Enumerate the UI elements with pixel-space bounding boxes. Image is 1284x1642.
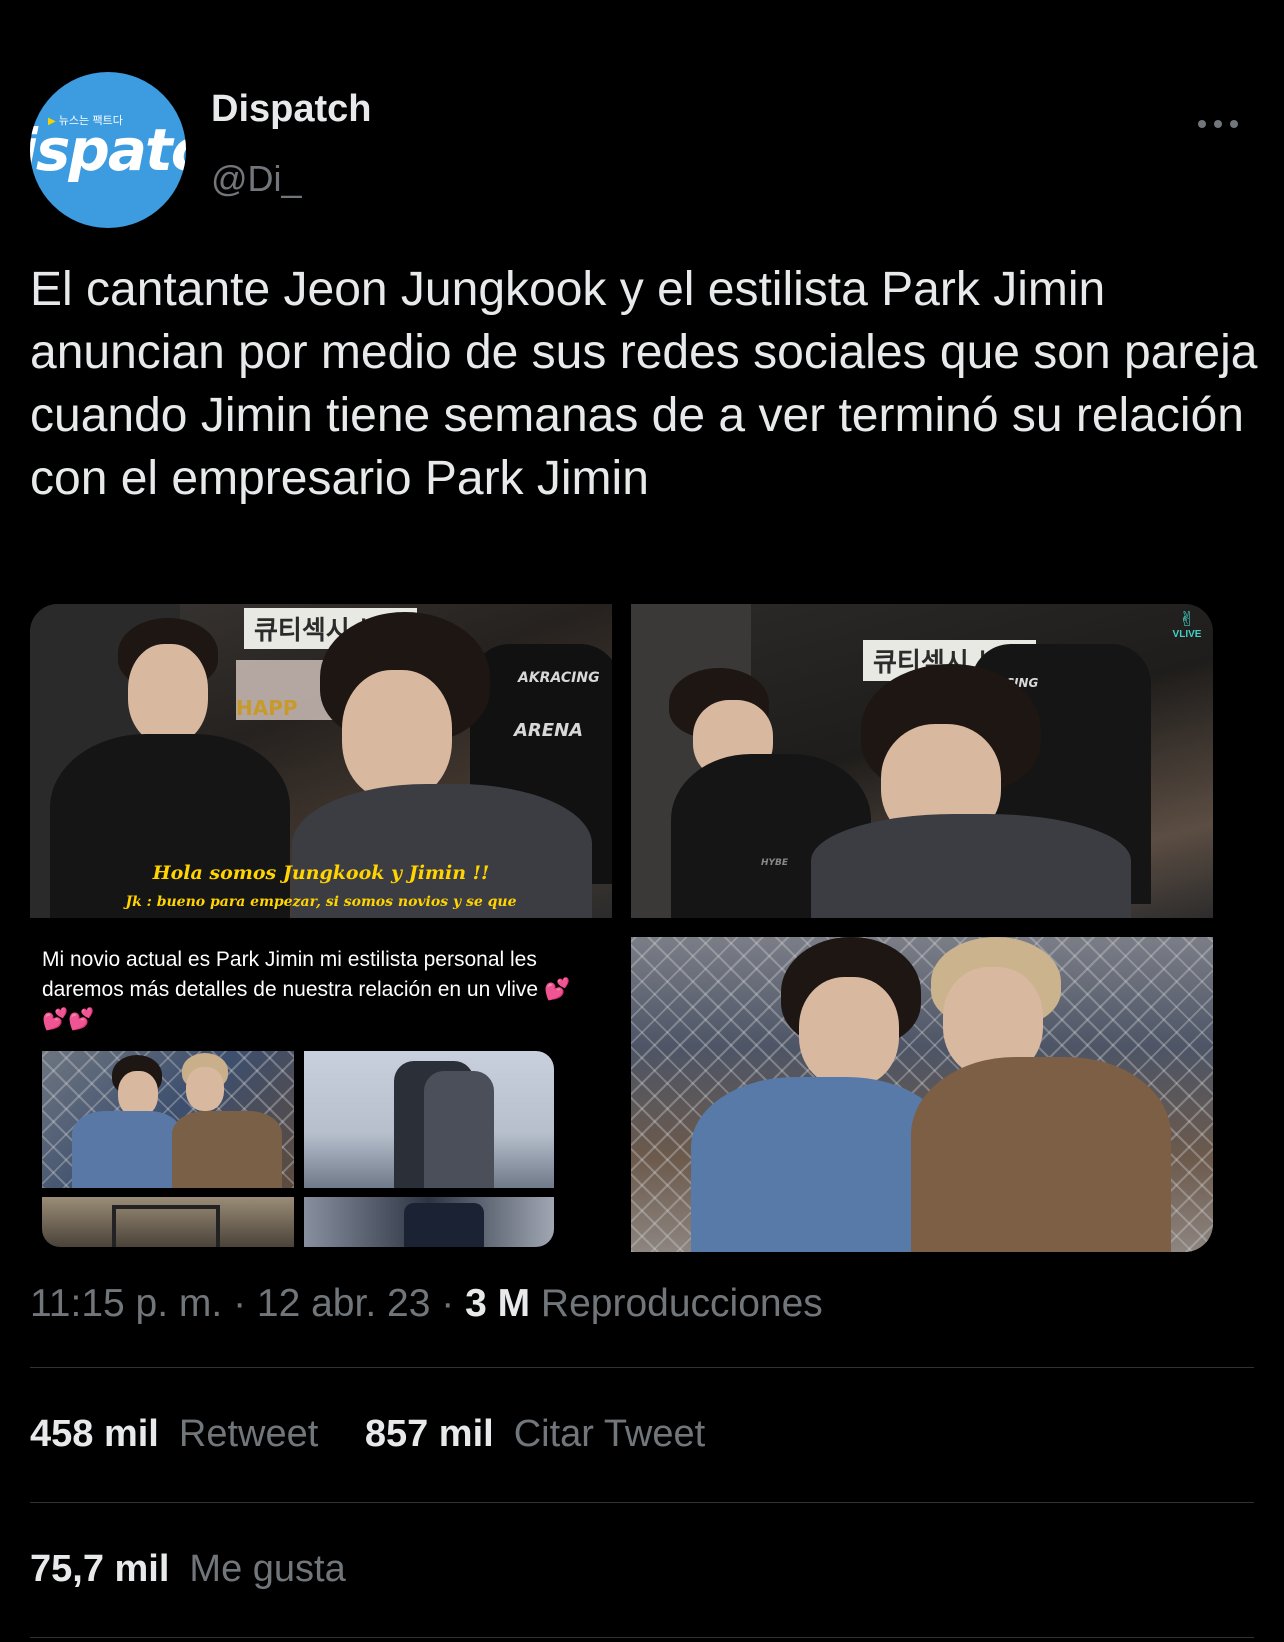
quotes-label: Citar Tweet <box>513 1413 706 1455</box>
collage-thumb-1 <box>42 1051 294 1188</box>
retweets-count: 458 mil <box>30 1413 159 1455</box>
video-caption-main: Hola somos Jungkook y Jimin !! <box>152 862 490 884</box>
quotes-stat[interactable]: 857 mil Citar Tweet <box>365 1413 705 1455</box>
media-panel-video-1[interactable]: 큐티섹시 브리 HAPP AKRACING ARENA Hola somos J… <box>30 604 612 918</box>
tweet-date[interactable]: 12 abr. 23 <box>257 1282 430 1325</box>
collage-text: Mi novio actual es Park Jimin mi estilis… <box>42 948 571 1031</box>
divider <box>30 1367 1254 1368</box>
author-handle[interactable]: @Di_ <box>211 158 302 200</box>
retweet-stats-row: 458 mil Retweet 857 mil Citar Tweet <box>30 1413 705 1456</box>
author-display-name[interactable]: Dispatch <box>211 88 371 131</box>
divider <box>30 1502 1254 1503</box>
views-label: Reproducciones <box>540 1282 823 1325</box>
retweets-label: Retweet <box>178 1413 319 1455</box>
video-caption-sub: Jk : bueno para empezar, si somos novios… <box>125 894 517 910</box>
avatar-logo-text: ispatc <box>30 116 186 184</box>
more-icon[interactable] <box>1198 110 1242 138</box>
vlive-badge: VLIVE <box>1172 629 1202 640</box>
tweet-media[interactable]: 큐티섹시 브리 HAPP AKRACING ARENA Hola somos J… <box>30 604 1213 1252</box>
retweets-stat[interactable]: 458 mil Retweet <box>30 1413 329 1455</box>
likes-label: Me gusta <box>189 1548 346 1590</box>
shirt-logo: HYBE <box>761 858 789 868</box>
views-count: 3 M <box>465 1282 531 1325</box>
likes-stat[interactable]: 75,7 mil Me gusta <box>30 1548 346 1590</box>
avatar[interactable]: 뉴스는 팩트다 ispatc <box>30 72 186 228</box>
happy-sticker: HAPP <box>236 696 298 720</box>
likes-stats-row: 75,7 mil Me gusta <box>30 1548 346 1591</box>
meta-separator: · <box>441 1282 466 1325</box>
collage-thumb-4 <box>304 1197 554 1247</box>
likes-count: 75,7 mil <box>30 1548 170 1590</box>
vlive-icon: ✌ VLIVE <box>1172 609 1202 640</box>
chair-series: ARENA <box>514 720 584 741</box>
media-panel-video-2[interactable]: 큐티섹시 브리 RACING ✌VLIVE HYBE <box>631 604 1213 918</box>
media-panel-photo[interactable] <box>631 937 1213 1252</box>
chair-brand: AKRACING <box>518 670 600 686</box>
media-panel-collage[interactable]: Mi novio actual es Park Jimin mi estilis… <box>30 937 612 1252</box>
divider <box>30 1637 1254 1638</box>
tweet-header: 뉴스는 팩트다 ispatc Dispatch @Di_ <box>0 0 1284 240</box>
quotes-count: 857 mil <box>364 1413 494 1455</box>
tweet-time[interactable]: 11:15 p. m. <box>30 1282 222 1325</box>
collage-thumb-2 <box>304 1051 554 1188</box>
meta-separator: · <box>233 1282 257 1325</box>
collage-thumb-3 <box>42 1197 294 1247</box>
tweet-text: El cantante Jeon Jungkook y el estilista… <box>30 263 1258 505</box>
tweet-meta: 11:15 p. m. · 12 abr. 23 · 3 M Reproducc… <box>30 1282 823 1326</box>
